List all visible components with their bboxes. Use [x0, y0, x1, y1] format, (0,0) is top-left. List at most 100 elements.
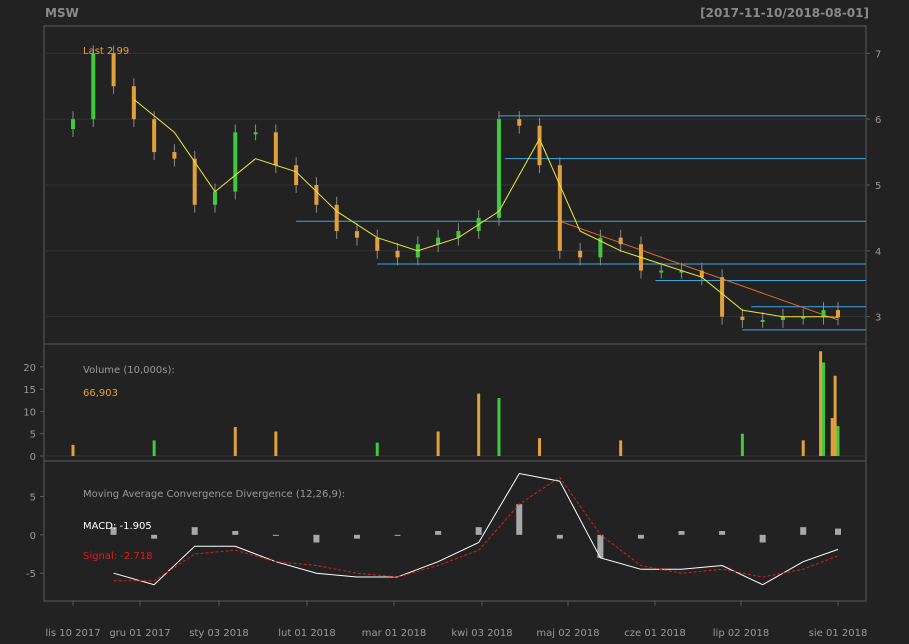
volume-title: Volume (10,000s): [83, 365, 175, 376]
signal-value-label: Signal: -2.718 [83, 551, 153, 562]
volume-bar [233, 427, 237, 456]
x-axis-tick-label: lut 01 2018 [278, 628, 336, 639]
candle-body [253, 132, 258, 135]
x-axis-tick-label: maj 02 2018 [536, 628, 599, 639]
volume-bar [830, 418, 834, 456]
macd-histogram-bar [719, 531, 726, 535]
x-axis-tick-label: lip 02 2018 [713, 628, 769, 639]
candle-body [294, 165, 299, 185]
candle-body [212, 191, 217, 205]
candle-body [720, 277, 725, 317]
macd-y-tick-label: 0 [30, 531, 36, 542]
macd-histogram-bar [637, 534, 644, 539]
volume-y-tick-label: 15 [23, 385, 36, 396]
volume-bar [436, 431, 440, 456]
macd-value-label: MACD: -1.905 [83, 521, 152, 532]
candle-body [314, 185, 319, 205]
x-axis-tick-label: mar 01 2018 [362, 628, 427, 639]
volume-value: 66,903 [83, 388, 118, 399]
volume-y-tick-label: 0 [30, 452, 36, 463]
macd-histogram-bar [800, 527, 807, 535]
candle-body [578, 250, 583, 258]
candle-body [152, 119, 157, 153]
volume-bar [822, 362, 826, 456]
price-y-tick-label: 5 [875, 181, 881, 192]
volume-y-tick-label: 20 [23, 363, 36, 374]
volume-bar [801, 440, 805, 456]
candle-body [131, 86, 136, 120]
candle-body [436, 237, 441, 245]
x-axis-tick-label: lis 10 2017 [45, 628, 100, 639]
price-y-tick-label: 7 [875, 49, 881, 60]
last-price-label: Last 2.99 [83, 46, 129, 57]
volume-bar [375, 442, 379, 456]
candle-body [699, 270, 704, 278]
macd-histogram-bar [759, 534, 766, 543]
x-axis-tick-label: sie 01 2018 [809, 628, 868, 639]
candle-body [395, 250, 400, 258]
macd-histogram-bar [272, 534, 279, 536]
candle-body [496, 119, 501, 218]
x-axis: lis 10 2017 gru 01 2017 sty 03 2018 lut 01 … [45, 601, 867, 639]
x-axis-tick-label: cze 01 2018 [624, 628, 685, 639]
x-axis-tick-label: sty 03 2018 [189, 628, 249, 639]
candle-body [821, 310, 826, 317]
candle-body [334, 204, 339, 232]
price-panel: 3 4 5 6 7 [44, 45, 881, 331]
candle-body [760, 319, 765, 322]
chart-svg: 3 4 5 6 7 0 5 10 15 20 -5 0 5 lis 10 2017 gru 01 20… [23, 25, 881, 639]
candle-body [354, 231, 359, 238]
macd-histogram-bar [435, 531, 442, 535]
candle-body [537, 125, 542, 166]
trendline [559, 220, 839, 321]
volume-bar [740, 433, 744, 456]
macd-histogram-bar [516, 504, 523, 535]
candle-body [91, 53, 96, 120]
macd-histogram-bar [232, 531, 239, 535]
volume-bar [152, 440, 156, 456]
candle-body [618, 237, 623, 245]
candle-body [172, 152, 177, 159]
volume-bar [497, 398, 501, 456]
candle-body [192, 158, 197, 205]
volume-bar [538, 438, 542, 456]
chart-root: MSW [2017-11-10/2018-08-01] 34567 0 5 10 15… [0, 0, 909, 644]
candle-body [557, 165, 562, 251]
candle-body [740, 316, 745, 320]
volume-bar [274, 431, 278, 456]
x-axis-tick-label: kwi 03 2018 [451, 628, 512, 639]
macd-y-tick-label: -5 [26, 569, 36, 580]
volume-bar [619, 440, 623, 456]
macd-histogram-bar [151, 534, 158, 539]
volume-bar [477, 393, 481, 456]
macd-histogram-bar [556, 534, 563, 539]
macd-title: Moving Average Convergence Divergence (1… [83, 489, 345, 500]
volume-y-tick-label: 5 [30, 430, 36, 441]
macd-histogram-bar [678, 531, 685, 535]
macd-y-tick-label: 5 [30, 493, 36, 504]
candle-body [71, 119, 75, 130]
candle-body [273, 132, 278, 166]
candle-body [111, 53, 116, 87]
volume-bar [71, 444, 75, 456]
macd-histogram-bar [475, 527, 482, 535]
macd-histogram-bar [353, 534, 360, 539]
price-y-tick-label: 6 [875, 115, 881, 126]
x-axis-tick-label: gru 01 2017 [109, 628, 170, 639]
candle-body [375, 237, 380, 251]
price-y-tick-label: 4 [875, 247, 881, 258]
macd-histogram-bar [313, 534, 320, 543]
candle-body [836, 310, 840, 318]
candle-body [233, 132, 238, 192]
macd-histogram-bar [835, 528, 841, 535]
candle-body [517, 119, 522, 126]
volume-y-tick-label: 10 [23, 407, 36, 418]
macd-histogram-bar [394, 534, 401, 536]
sma-line [133, 99, 839, 318]
price-y-tick-label: 3 [875, 313, 881, 324]
candle-body [659, 270, 664, 273]
volume-bar [833, 375, 837, 456]
volume-bar [836, 426, 840, 456]
volume-bar [819, 351, 823, 456]
macd-histogram-bar [191, 527, 198, 535]
